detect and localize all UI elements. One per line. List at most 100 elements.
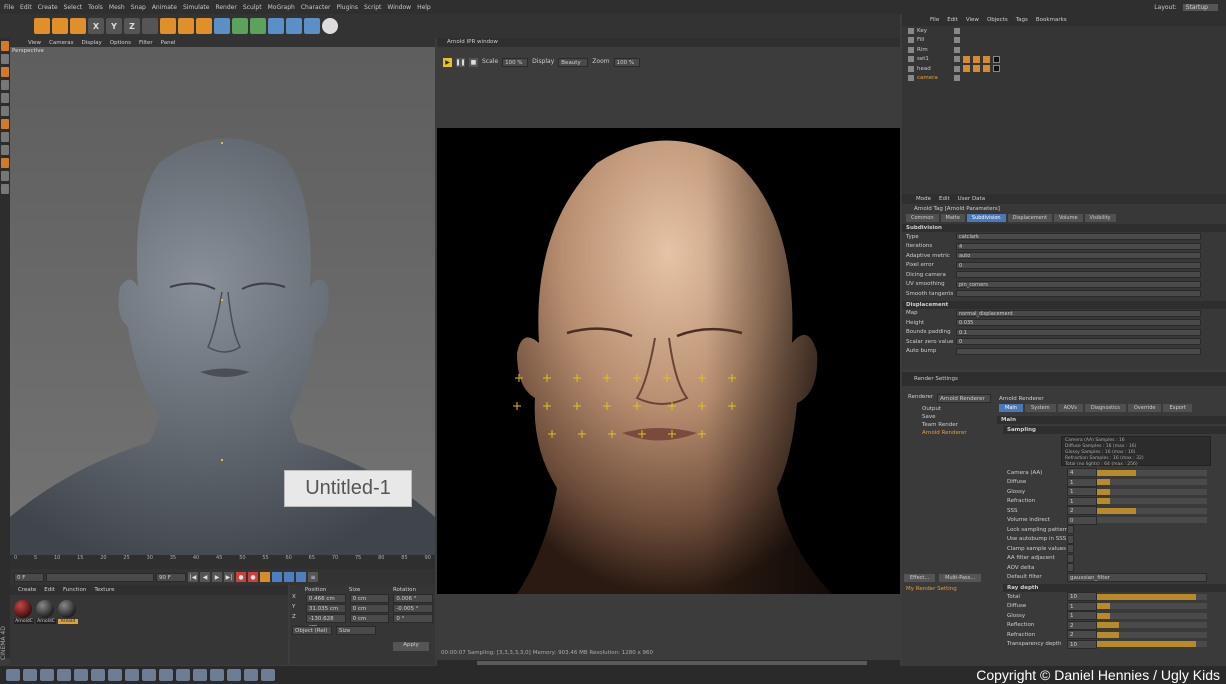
dock-app-icon[interactable] <box>176 669 190 681</box>
perspective-viewport[interactable]: Perspective Untitled-1 <box>10 47 435 555</box>
dock-app-icon[interactable] <box>40 669 54 681</box>
rotation-field[interactable]: -0.005 ° <box>393 604 434 613</box>
slider-track[interactable] <box>1097 517 1207 524</box>
layout-value[interactable]: Startup <box>1182 4 1218 11</box>
size-mode-select[interactable]: Size <box>336 626 376 635</box>
texture-mode-icon[interactable] <box>1 80 9 90</box>
option-checkbox[interactable] <box>1067 563 1074 573</box>
material-item[interactable]: ArnoldC <box>36 600 56 624</box>
menu-create[interactable]: Create <box>38 4 58 11</box>
dock-app-icon[interactable] <box>210 669 224 681</box>
attribute-menu-edit[interactable]: Edit <box>939 196 950 202</box>
render-settings-header[interactable]: Render Settings <box>902 372 1226 386</box>
dock-app-icon[interactable] <box>244 669 258 681</box>
slider-track[interactable] <box>1097 469 1207 476</box>
object-row[interactable]: camera <box>902 74 1226 84</box>
slider-value[interactable]: 2 <box>1067 506 1097 516</box>
layout-selector[interactable]: Layout: Startup <box>1154 4 1218 11</box>
points-mode-icon[interactable] <box>1 93 9 103</box>
viewport-menu-options[interactable]: Options <box>110 40 131 46</box>
sampling-section[interactable]: Sampling <box>1003 426 1226 434</box>
slider-value[interactable]: 1 <box>1067 496 1097 506</box>
model-mode-icon[interactable] <box>1 54 9 64</box>
tab-common[interactable]: Common <box>906 214 939 222</box>
start-frame-field[interactable]: 0 F <box>14 572 44 582</box>
material-menu-create[interactable]: Create <box>18 587 36 593</box>
record-icon[interactable]: ● <box>236 572 246 582</box>
make-editable-icon[interactable] <box>1 41 9 51</box>
y-axis-icon[interactable]: Y <box>106 18 122 34</box>
position-field[interactable]: 0.466 cm <box>305 594 346 603</box>
dock-app-icon[interactable] <box>108 669 122 681</box>
arnold-tab-system[interactable]: System <box>1024 404 1056 412</box>
size-field[interactable]: 0 cm <box>349 604 390 613</box>
ipr-pause-icon[interactable]: ❚❚ <box>455 57 466 67</box>
dock-app-icon[interactable] <box>193 669 207 681</box>
size-field[interactable]: 0 cm <box>349 614 390 623</box>
autokey-icon[interactable]: ● <box>248 572 258 582</box>
subdivide-icon[interactable] <box>250 18 266 34</box>
param-field[interactable] <box>956 271 1201 279</box>
menu-animate[interactable]: Animate <box>152 4 177 11</box>
slider-value[interactable]: 2 <box>1067 620 1097 630</box>
timeline-options-icon[interactable]: ≡ <box>308 572 318 582</box>
menu-select[interactable]: Select <box>64 4 83 11</box>
visibility-icon[interactable] <box>954 37 960 44</box>
slider-value[interactable]: 1 <box>1067 611 1097 621</box>
dock-app-icon[interactable] <box>57 669 71 681</box>
object-menu-file[interactable]: File <box>930 17 939 23</box>
option-checkbox[interactable] <box>1067 525 1074 535</box>
slider-value[interactable]: 1 <box>1067 487 1097 497</box>
slider-track[interactable] <box>1097 479 1207 486</box>
snap-icon[interactable] <box>1 158 9 168</box>
floor-icon[interactable] <box>304 18 320 34</box>
object-tag-icon[interactable] <box>983 55 990 63</box>
tab-displacement[interactable]: Displacement <box>1007 214 1052 222</box>
rotate-icon[interactable] <box>70 18 86 34</box>
slider-value[interactable]: 10 <box>1067 639 1097 649</box>
option-checkbox[interactable] <box>1067 553 1074 563</box>
param-field[interactable]: normal_displacement <box>956 309 1201 317</box>
material-menu-texture[interactable]: Texture <box>94 587 114 593</box>
visibility-icon[interactable] <box>954 65 960 72</box>
param-field[interactable]: 4 <box>956 242 1201 250</box>
keyframe-icon[interactable] <box>260 572 270 582</box>
slider-track[interactable] <box>1097 498 1207 505</box>
slider-track[interactable] <box>1097 631 1207 638</box>
dock-app-icon[interactable] <box>125 669 139 681</box>
slider-track[interactable] <box>1097 622 1207 629</box>
slider-value[interactable]: 0 <box>1067 515 1097 525</box>
camera-icon[interactable] <box>286 18 302 34</box>
array-icon[interactable] <box>268 18 284 34</box>
effect-button[interactable]: Effect... <box>904 574 936 582</box>
object-menu-bookmarks[interactable]: Bookmarks <box>1036 17 1067 23</box>
object-tag-icon[interactable] <box>983 65 990 73</box>
axis-mode-icon[interactable] <box>1 132 9 142</box>
scale-icon[interactable] <box>52 18 68 34</box>
object-row[interactable]: set1 <box>902 55 1226 65</box>
arnold-tab-diagnostics[interactable]: Diagnostics <box>1084 404 1126 412</box>
tab-visibility[interactable]: Visibility <box>1084 214 1116 222</box>
subdivision-section[interactable]: Subdivision <box>902 224 1226 232</box>
param-field[interactable]: 0 <box>956 338 1201 346</box>
menu-render[interactable]: Render <box>215 4 236 11</box>
slider-value[interactable]: 1 <box>1067 601 1097 611</box>
scale-field[interactable]: 100 % <box>502 57 529 67</box>
my-render-setting[interactable]: My Render Setting <box>906 586 957 592</box>
pen-icon[interactable] <box>232 18 248 34</box>
param-field[interactable]: 0.035 <box>956 319 1201 327</box>
object-row[interactable]: Fill <box>902 36 1226 46</box>
object-tag-icon[interactable] <box>963 65 970 73</box>
rotate-key-icon[interactable] <box>296 572 306 582</box>
tweak-mode-icon[interactable] <box>1 145 9 155</box>
x-axis-icon[interactable]: X <box>88 18 104 34</box>
attribute-menu-user-data[interactable]: User Data <box>958 196 985 202</box>
render-tree-team-render[interactable]: Team Render <box>902 421 997 429</box>
menu-simulate[interactable]: Simulate <box>183 4 210 11</box>
visibility-icon[interactable] <box>954 27 960 34</box>
workplane-icon[interactable] <box>1 171 9 181</box>
object-row[interactable]: head <box>902 64 1226 74</box>
arnold-tab-export[interactable]: Export <box>1163 404 1192 412</box>
lock-workplane-icon[interactable] <box>1 184 9 194</box>
slider-track[interactable] <box>1097 612 1207 619</box>
